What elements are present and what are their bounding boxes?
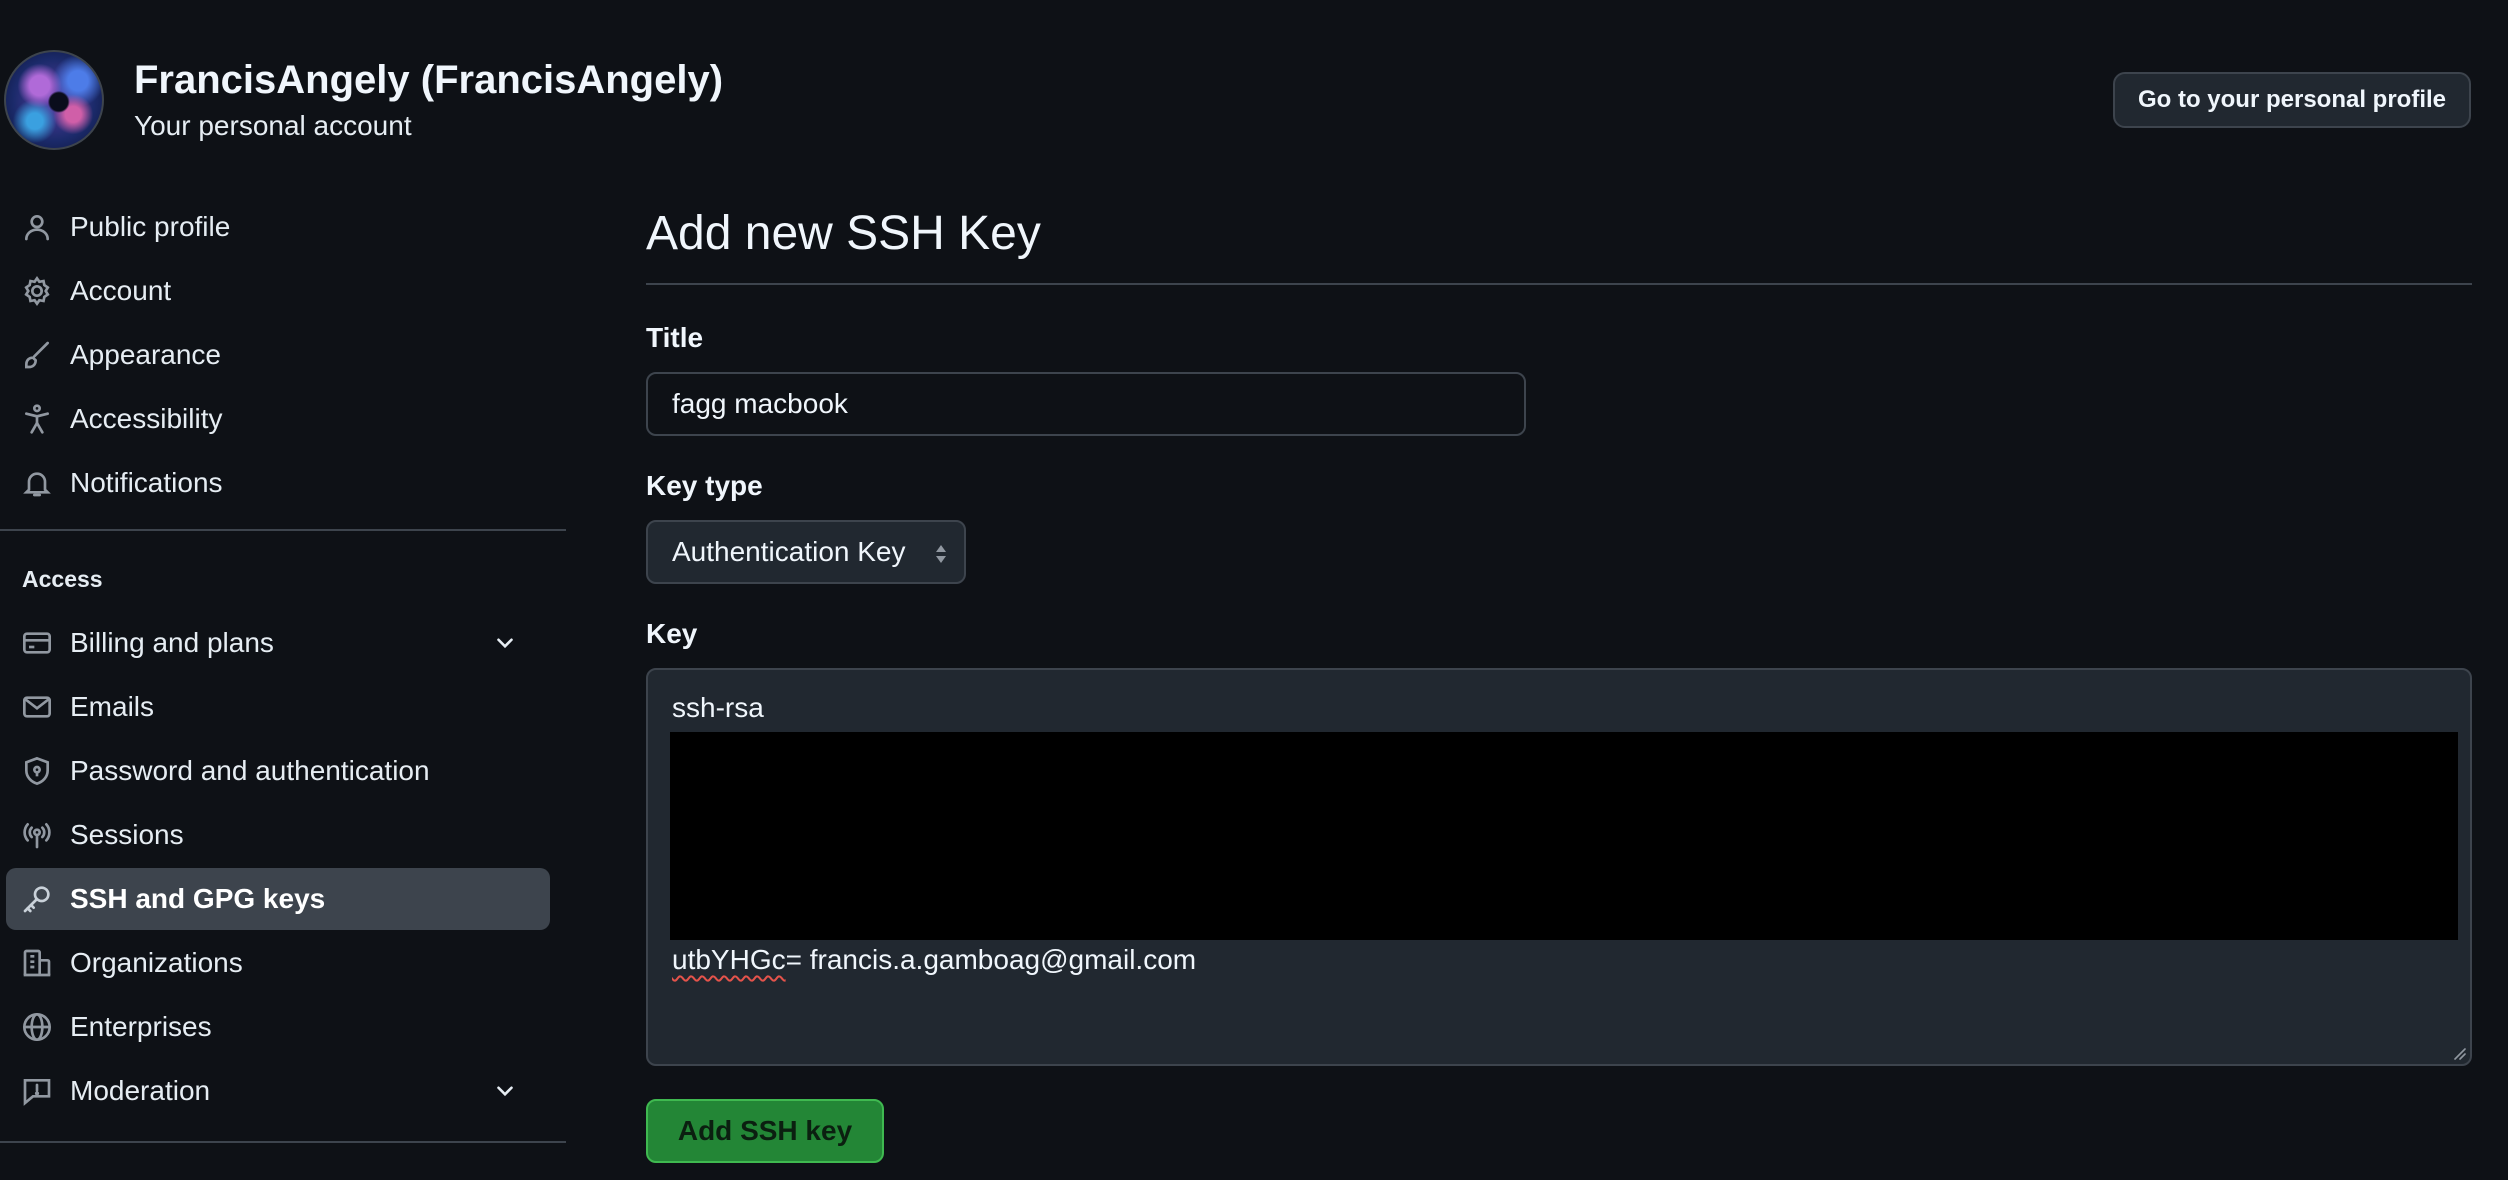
select-arrows-icon — [936, 545, 946, 563]
key-type-select[interactable]: Authentication Key — [646, 520, 966, 584]
title-field-label: Title — [646, 322, 704, 353]
sidebar-item-public-profile[interactable]: Public profile — [6, 196, 550, 258]
sidebar-item-label: Emails — [70, 691, 155, 722]
sidebar-item-label: Sessions — [70, 819, 184, 850]
sidebar-item-label: Enterprises — [70, 1011, 212, 1042]
sidebar-item-label: SSH and GPG keys — [70, 883, 326, 914]
sidebar-item-label: Moderation — [70, 1075, 211, 1106]
paintbrush-icon — [20, 338, 54, 372]
sidebar-item-label: Appearance — [70, 339, 222, 370]
gear-icon — [20, 274, 54, 308]
sidebar-item-billing[interactable]: Billing and plans — [6, 612, 550, 674]
mail-icon — [20, 690, 54, 724]
title-input-value: fagg macbook — [672, 388, 848, 419]
sidebar-item-label: Notifications — [70, 467, 223, 498]
bell-icon — [20, 466, 54, 500]
settings-page: FrancisAngely (FrancisAngely) Your perso… — [0, 0, 2508, 1180]
sidebar-item-label: Public profile — [70, 211, 231, 242]
key-text-line-2: utbYHGc= francis.a.gamboag@gmail.com — [672, 944, 1196, 976]
accessibility-icon — [20, 402, 54, 436]
avatar[interactable] — [4, 50, 104, 150]
account-header: FrancisAngely (FrancisAngely) Your perso… — [0, 48, 2508, 152]
chevron-down-icon[interactable] — [490, 628, 520, 658]
sidebar-item-label: Account — [70, 275, 172, 306]
go-to-profile-button[interactable]: Go to your personal profile — [2113, 72, 2471, 128]
globe-icon — [20, 1010, 54, 1044]
sidebar-item-ssh-gpg-keys[interactable]: SSH and GPG keys — [6, 868, 550, 930]
sidebar-item-notifications[interactable]: Notifications — [6, 452, 550, 514]
shield-lock-icon — [20, 754, 54, 788]
sidebar-item-accessibility[interactable]: Accessibility — [6, 388, 550, 450]
sidebar-item-emails[interactable]: Emails — [6, 676, 550, 738]
sidebar-item-label: Password and authentication — [70, 755, 430, 786]
sidebar-divider — [0, 1141, 566, 1143]
redacted-block — [670, 732, 2458, 940]
sidebar-item-label: Billing and plans — [70, 627, 274, 658]
add-ssh-key-button[interactable]: Add SSH key — [646, 1099, 884, 1163]
key-type-selected: Authentication Key — [672, 536, 906, 567]
sidebar-item-label: Accessibility — [70, 403, 223, 434]
sidebar-item-password-auth[interactable]: Password and authentication — [6, 740, 550, 802]
sidebar-item-account[interactable]: Account — [6, 260, 550, 322]
report-icon — [20, 1074, 54, 1108]
sidebar-item-moderation[interactable]: Moderation — [6, 1060, 550, 1122]
key-text-rest: = francis.a.gamboag@gmail.com — [785, 944, 1197, 975]
title-divider — [646, 283, 2472, 285]
sidebar-item-sessions[interactable]: Sessions — [6, 804, 550, 866]
access-section-label: Access — [22, 566, 103, 592]
title-input[interactable]: fagg macbook — [646, 372, 1526, 436]
account-subtitle: Your personal account — [134, 110, 412, 141]
chevron-down-icon[interactable] — [490, 1076, 520, 1106]
broadcast-icon — [20, 818, 54, 852]
sidebar-divider — [0, 529, 566, 531]
sidebar-item-enterprises[interactable]: Enterprises — [6, 996, 550, 1058]
key-text-line-1: ssh-rsa — [672, 692, 764, 723]
sidebar-item-label: Organizations — [70, 947, 243, 978]
credit-card-icon — [20, 626, 54, 660]
key-textarea[interactable]: ssh-rsa utbYHGc= francis.a.gamboag@gmail… — [646, 668, 2472, 1066]
account-name[interactable]: FrancisAngely (FrancisAngely) — [134, 58, 723, 103]
sidebar-item-organizations[interactable]: Organizations — [6, 932, 550, 994]
person-icon — [20, 210, 54, 244]
page-title: Add new SSH Key — [646, 207, 1041, 260]
resize-grip-icon[interactable] — [2452, 1046, 2466, 1060]
spellcheck-word: utbYHGc — [672, 944, 786, 975]
organization-icon — [20, 946, 54, 980]
key-type-label: Key type — [646, 470, 763, 501]
key-icon — [20, 882, 54, 916]
key-field-label: Key — [646, 618, 698, 649]
sidebar-item-appearance[interactable]: Appearance — [6, 324, 550, 386]
